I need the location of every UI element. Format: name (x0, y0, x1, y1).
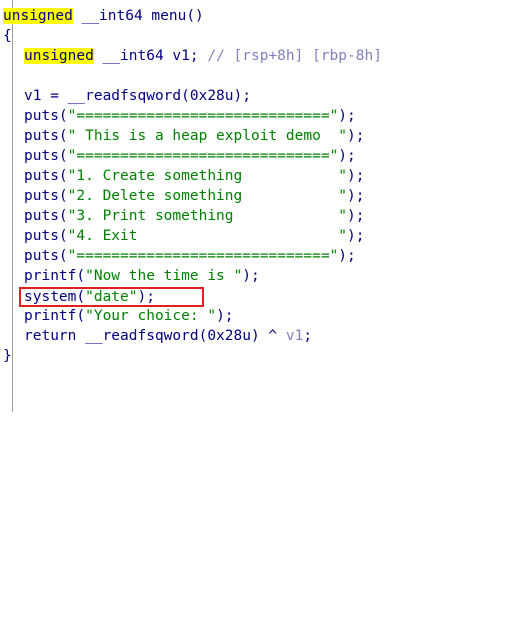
function-signature-line[interactable]: unsigned __int64 menu() (3, 6, 204, 26)
statement-end: ); (216, 308, 234, 324)
code-line-puts[interactable]: puts(" This is a heap exploit demo "); (24, 126, 364, 146)
keyword-unsigned[interactable]: unsigned (3, 8, 73, 24)
statement-end: ); (338, 248, 356, 264)
signature-rest: __int64 menu() (72, 8, 204, 24)
statement-end: ); (242, 268, 260, 284)
return-expression: return __readfsqword(0x28u) ^ (24, 328, 286, 344)
declaration-line[interactable]: unsigned __int64 v1; // [rsp+8h] [rbp-8h… (24, 46, 382, 66)
code-line-puts[interactable]: puts("2. Delete something "); (24, 186, 364, 206)
red-annotation-box (19, 287, 204, 307)
close-brace: } (3, 348, 12, 364)
return-line[interactable]: return __readfsqword(0x28u) ^ v1; (24, 326, 312, 346)
string-literal: "=============================" (67, 248, 339, 264)
puts-call: puts( (24, 248, 68, 264)
string-literal: "3. Print something " (67, 208, 348, 224)
statement-end: ); (347, 168, 365, 184)
v1-assign-text: v1 = __readfsqword(0x28u); (24, 88, 251, 104)
printf-call: printf( (24, 308, 86, 324)
string-literal: "=============================" (67, 148, 339, 164)
open-brace-line: { (3, 26, 12, 46)
statement-end: ); (338, 108, 356, 124)
string-literal: "1. Create something " (67, 168, 348, 184)
stack-offset-comment: // [rsp+8h] [rbp-8h] (207, 48, 382, 64)
puts-call: puts( (24, 148, 68, 164)
code-line-puts[interactable]: puts("============================="); (24, 106, 356, 126)
open-brace: { (3, 28, 12, 44)
printf-choice-line[interactable]: printf("Your choice: "); (24, 306, 234, 326)
puts-call: puts( (24, 188, 68, 204)
string-literal: "2. Delete something " (67, 188, 348, 204)
code-line-puts[interactable]: puts("============================="); (24, 146, 356, 166)
puts-call: puts( (24, 168, 68, 184)
string-literal: " This is a heap exploit demo " (67, 128, 348, 144)
declaration-rest: __int64 v1; (93, 48, 208, 64)
statement-end: ); (347, 188, 365, 204)
statement-end: ); (347, 128, 365, 144)
code-line-puts[interactable]: puts("1. Create something "); (24, 166, 364, 186)
puts-call: puts( (24, 208, 68, 224)
puts-call: puts( (24, 108, 68, 124)
string-literal: "Your choice: " (85, 308, 217, 324)
variable-v1[interactable]: v1 (286, 328, 303, 344)
v1-assign-line[interactable]: v1 = __readfsqword(0x28u); (24, 86, 251, 106)
statement-end: ); (347, 228, 365, 244)
statement-end: ); (347, 208, 365, 224)
printf-time-line[interactable]: printf("Now the time is "); (24, 266, 260, 286)
printf-call: printf( (24, 268, 86, 284)
statement-end: ); (338, 148, 356, 164)
keyword-unsigned-decl[interactable]: unsigned (24, 48, 94, 64)
string-literal: "4. Exit " (67, 228, 348, 244)
code-line-puts[interactable]: puts("3. Print something "); (24, 206, 364, 226)
string-literal: "Now the time is " (85, 268, 243, 284)
code-line-puts[interactable]: puts("============================="); (24, 246, 356, 266)
close-brace-line: } (3, 346, 12, 366)
puts-call: puts( (24, 128, 68, 144)
code-line-puts[interactable]: puts("4. Exit "); (24, 226, 364, 246)
statement-end: ; (303, 328, 313, 344)
pseudocode-view[interactable]: unsigned __int64 menu() { unsigned __int… (0, 0, 524, 412)
string-literal: "=============================" (67, 108, 339, 124)
puts-call: puts( (24, 228, 68, 244)
